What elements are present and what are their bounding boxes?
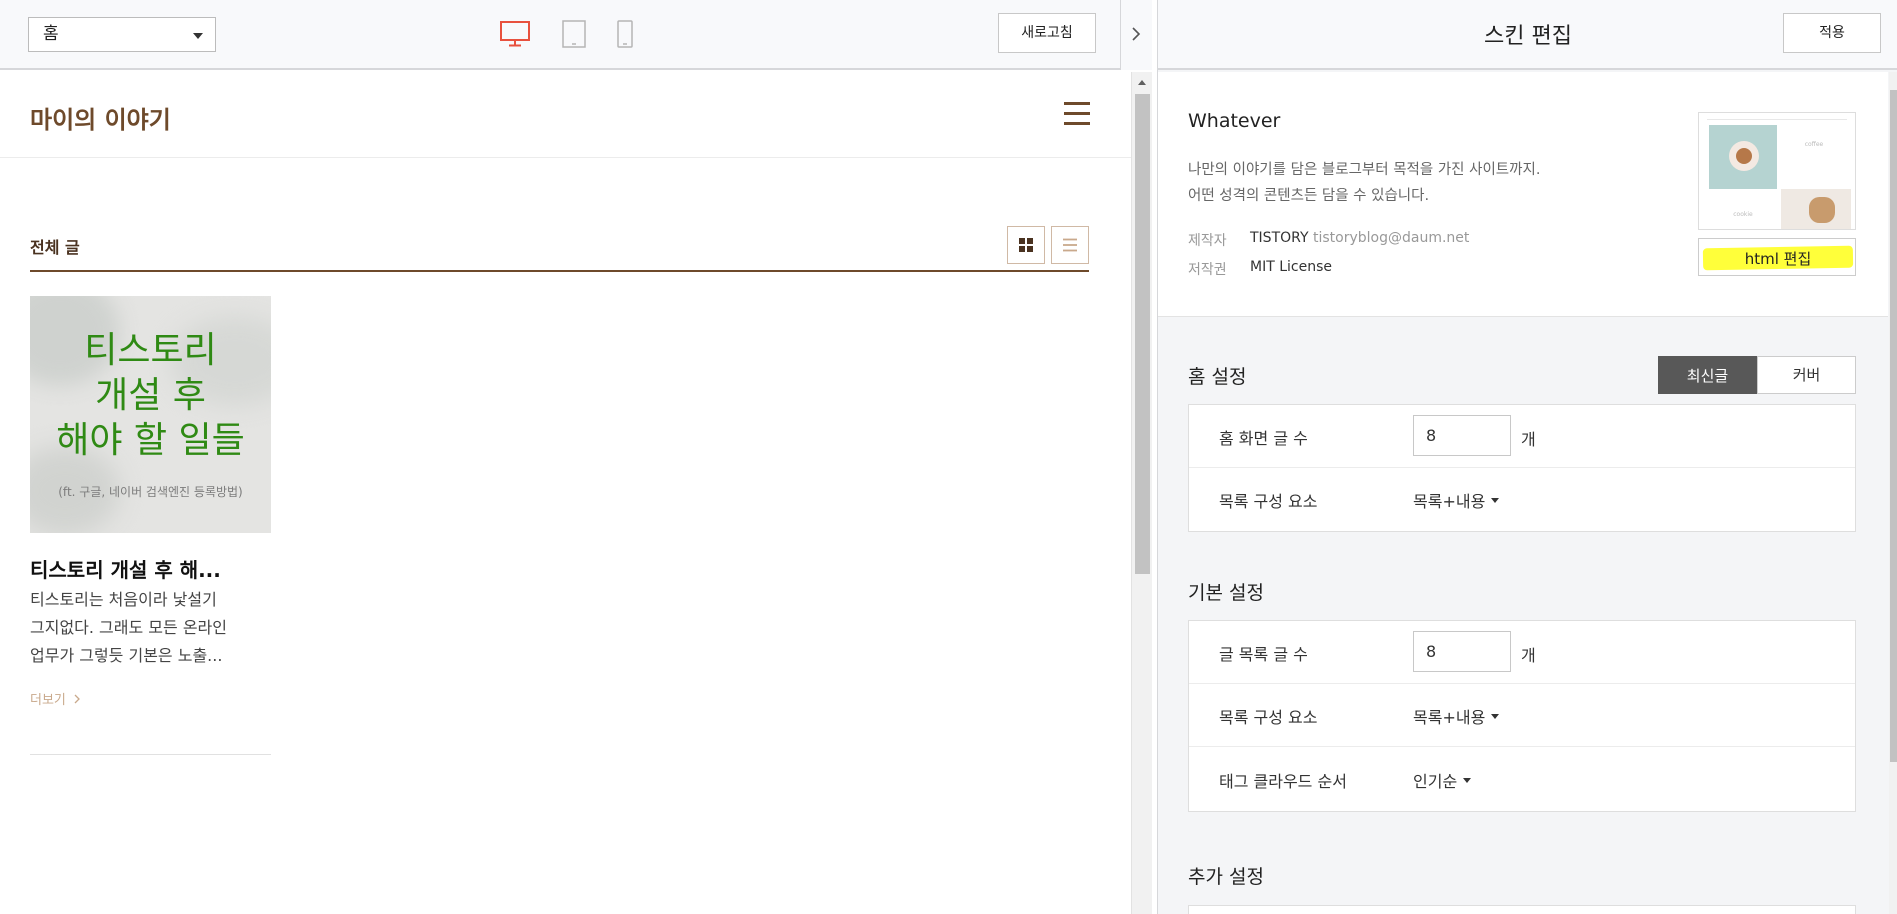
home-post-count-input[interactable] — [1413, 415, 1511, 456]
maker-value: TISTORY tistoryblog@daum.net — [1250, 230, 1470, 246]
refresh-button[interactable]: 새로고침 — [998, 13, 1096, 53]
page-select-value: 홈 — [43, 24, 59, 44]
list-count-input[interactable] — [1413, 631, 1511, 672]
blog-header: 마이의 이야기 — [0, 72, 1131, 158]
home-list-elements-row: 목록 구성 요소 목록+내용 — [1189, 468, 1855, 531]
scrollbar-thumb[interactable] — [1890, 90, 1897, 762]
page-select[interactable]: 홈 — [28, 17, 216, 52]
skin-info-card: Whatever 나만의 이야기를 담은 블로그부터 목적을 가진 사이트까지.… — [1158, 72, 1888, 317]
skin-description: 어떤 성격의 콘텐츠든 담을 수 있습니다. — [1188, 188, 1430, 204]
extra-settings-label: 추가 설정 — [1188, 866, 1264, 888]
grid-icon — [1019, 238, 1033, 252]
apply-button[interactable]: 적용 — [1783, 13, 1881, 53]
home-post-count-label: 홈 화면 글 수 — [1219, 429, 1308, 448]
list-elements-dropdown[interactable]: 목록+내용 — [1413, 704, 1500, 728]
latest-posts-tab[interactable]: 최신글 — [1658, 356, 1757, 394]
scroll-up-icon[interactable] — [1138, 80, 1146, 85]
basic-settings-label: 기본 설정 — [1188, 582, 1264, 604]
chevron-right-icon — [1132, 27, 1141, 41]
panel-header: 스킨 편집 적용 — [1158, 0, 1897, 70]
unit-label: 개 — [1521, 646, 1536, 665]
license-value: MIT License — [1250, 259, 1332, 275]
home-post-count-row: 홈 화면 글 수 개 — [1189, 405, 1855, 468]
preview-toolbar: 홈 새로고침 — [0, 0, 1152, 70]
html-edit-button[interactable]: html 편집 — [1698, 238, 1856, 276]
desktop-icon — [500, 21, 530, 47]
post-excerpt: 티스토리는 처음이라 낯설기 그지없다. 그래도 모든 온라인 업무가 그렇듯 … — [30, 590, 227, 665]
cover-tab[interactable]: 커버 — [1757, 356, 1856, 394]
chevron-right-icon — [74, 694, 80, 704]
thumbnail-subtitle: (ft. 구글, 네이버 검색엔진 등록방법) — [58, 485, 243, 499]
skin-thumbnail: coffee cookie — [1698, 112, 1856, 230]
caret-down-icon — [1491, 714, 1500, 719]
mobile-view-button[interactable] — [617, 20, 633, 52]
tablet-icon — [562, 20, 586, 48]
section-title: 전체 글 — [30, 238, 80, 257]
desktop-view-button[interactable] — [500, 21, 530, 51]
caret-down-icon — [1491, 498, 1500, 503]
thumbnail-title: 티스토리 개설 후 해야 할 일들 — [56, 330, 245, 461]
unit-label: 개 — [1521, 430, 1536, 449]
home-list-elements-label: 목록 구성 요소 — [1219, 492, 1318, 511]
home-list-elements-dropdown[interactable]: 목록+내용 — [1413, 488, 1500, 512]
skin-edit-panel: 스킨 편집 적용 Whatever 나만의 이야기를 담은 블로그부터 목적을 … — [1157, 0, 1897, 914]
scrollbar-thumb[interactable] — [1135, 94, 1150, 574]
section-divider — [30, 270, 1089, 272]
preview-pane: 홈 새로고침 마이의 이야기 전체 글 티스토리 개설 후 해야 할 일들 (f… — [0, 0, 1152, 914]
skin-description: 나만의 이야기를 담은 블로그부터 목적을 가진 사이트까지. — [1188, 162, 1541, 178]
list-count-label: 글 목록 글 수 — [1219, 645, 1308, 664]
tablet-view-button[interactable] — [562, 20, 586, 52]
license-label: 저작권 — [1188, 262, 1227, 278]
list-view-button[interactable] — [1051, 226, 1089, 264]
mobile-icon — [617, 20, 633, 48]
list-elements-label: 목록 구성 요소 — [1219, 708, 1318, 727]
read-more-link[interactable]: 더보기 — [30, 689, 81, 708]
maker-email: tistoryblog@daum.net — [1312, 230, 1470, 246]
blog-title[interactable]: 마이의 이야기 — [30, 100, 171, 135]
preview-scrollbar[interactable] — [1131, 72, 1152, 914]
post-divider — [30, 754, 271, 755]
blog-preview: 마이의 이야기 전체 글 티스토리 개설 후 해야 할 일들 (ft. 구글, … — [0, 72, 1131, 914]
collapse-panel-button[interactable] — [1120, 0, 1152, 70]
caret-down-icon — [1463, 778, 1472, 783]
hamburger-menu-icon[interactable] — [1064, 102, 1090, 126]
post-title[interactable]: 티스토리 개설 후 해... — [30, 554, 271, 583]
home-mode-toggle: 최신글 커버 — [1658, 356, 1856, 394]
maker-label: 제작자 — [1188, 233, 1227, 249]
tag-order-dropdown[interactable]: 인기순 — [1413, 768, 1472, 792]
home-settings-box: 홈 화면 글 수 개 목록 구성 요소 목록+내용 — [1188, 404, 1856, 532]
panel-scrollbar[interactable] — [1889, 72, 1897, 914]
list-elements-row: 목록 구성 요소 목록+내용 — [1189, 684, 1855, 747]
post-thumbnail[interactable]: 티스토리 개설 후 해야 할 일들 (ft. 구글, 네이버 검색엔진 등록방법… — [30, 296, 271, 533]
tag-order-row: 태그 클라우드 순서 인기순 — [1189, 748, 1855, 811]
extra-settings-box — [1188, 905, 1856, 914]
grid-view-button[interactable] — [1007, 226, 1045, 264]
skin-name: Whatever — [1188, 110, 1281, 132]
tag-order-label: 태그 클라우드 순서 — [1219, 772, 1347, 791]
basic-settings-box: 글 목록 글 수 개 목록 구성 요소 목록+내용 태그 클라우드 순서 인기순 — [1188, 620, 1856, 812]
chevron-down-icon — [193, 33, 203, 39]
home-settings-label: 홈 설정 — [1188, 366, 1247, 388]
list-icon — [1063, 238, 1077, 252]
list-count-row: 글 목록 글 수 개 — [1189, 621, 1855, 684]
